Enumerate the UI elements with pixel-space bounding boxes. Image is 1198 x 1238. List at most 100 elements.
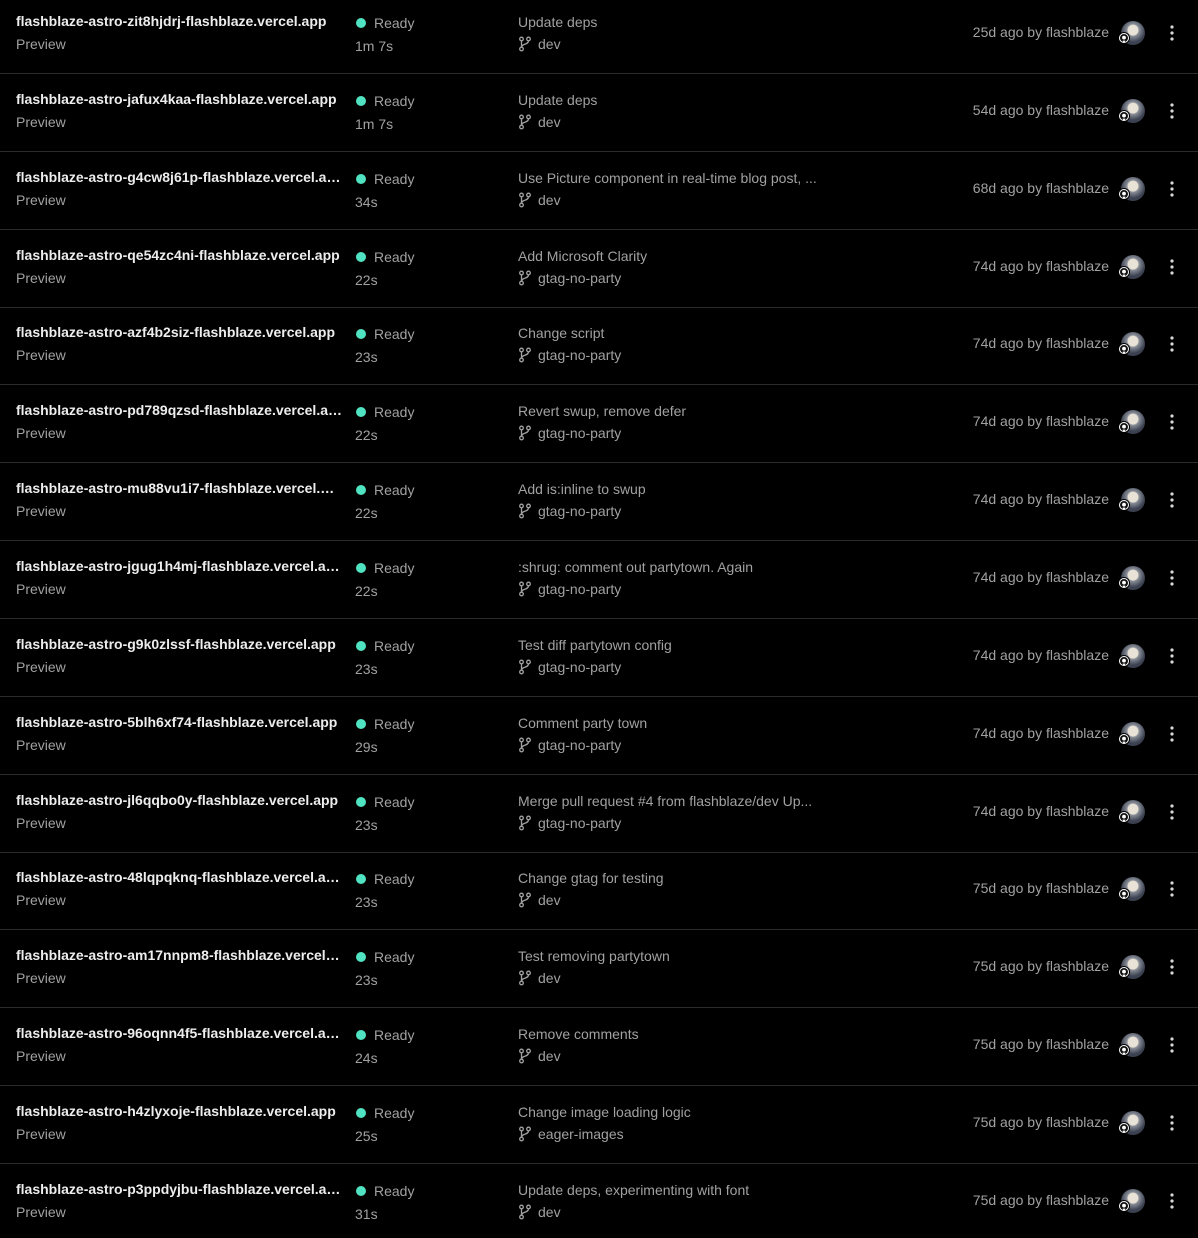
branch[interactable]: gtag-no-party xyxy=(518,736,621,754)
branch[interactable]: dev xyxy=(518,113,561,131)
user-avatar[interactable] xyxy=(1118,1111,1145,1135)
deployment-url[interactable]: flashblaze-astro-zit8hjdrj-flashblaze.ve… xyxy=(16,13,342,29)
commit-message[interactable]: Change script xyxy=(518,325,840,341)
deployment-url[interactable]: flashblaze-astro-p3ppdyjbu-flashblaze.ve… xyxy=(16,1181,342,1197)
deployment-row[interactable]: flashblaze-astro-p3ppdyjbu-flashblaze.ve… xyxy=(0,1165,1198,1238)
deployment-age-author: 74d ago by flashblaze xyxy=(972,335,1109,351)
deployment-environment: Preview xyxy=(16,114,66,130)
deployment-row[interactable]: flashblaze-astro-h4zlyxoje-flashblaze.ve… xyxy=(0,1087,1198,1164)
deployment-url[interactable]: flashblaze-astro-jl6qqbo0y-flashblaze.ve… xyxy=(16,792,342,808)
more-options-button[interactable] xyxy=(1160,330,1184,358)
user-avatar[interactable] xyxy=(1118,410,1145,434)
more-options-button[interactable] xyxy=(1160,1187,1184,1215)
build-duration: 22s xyxy=(355,427,378,443)
branch[interactable]: dev xyxy=(518,35,561,53)
branch[interactable]: dev xyxy=(518,1047,561,1065)
commit-message[interactable]: Change image loading logic xyxy=(518,1104,840,1120)
deployment-row[interactable]: flashblaze-astro-48lqpqknq-flashblaze.ve… xyxy=(0,853,1198,930)
branch[interactable]: eager-images xyxy=(518,1125,624,1143)
more-options-button[interactable] xyxy=(1160,486,1184,514)
commit-message[interactable]: Comment party town xyxy=(518,715,840,731)
deployment-url[interactable]: flashblaze-astro-g9k0zlssf-flashblaze.ve… xyxy=(16,636,342,652)
branch[interactable]: gtag-no-party xyxy=(518,580,621,598)
deployment-row[interactable]: flashblaze-astro-g9k0zlssf-flashblaze.ve… xyxy=(0,620,1198,697)
more-options-button[interactable] xyxy=(1160,875,1184,903)
deployment-row[interactable]: flashblaze-astro-5blh6xf74-flashblaze.ve… xyxy=(0,698,1198,775)
user-avatar[interactable] xyxy=(1118,21,1145,45)
deployment-url[interactable]: flashblaze-astro-96oqnn4f5-flashblaze.ve… xyxy=(16,1025,342,1041)
deployment-row[interactable]: flashblaze-astro-jgug1h4mj-flashblaze.ve… xyxy=(0,542,1198,619)
deployment-url[interactable]: flashblaze-astro-g4cw8j61p-flashblaze.ve… xyxy=(16,169,342,185)
more-options-button[interactable] xyxy=(1160,642,1184,670)
deployment-row[interactable]: flashblaze-astro-azf4b2siz-flashblaze.ve… xyxy=(0,308,1198,385)
user-avatar[interactable] xyxy=(1118,722,1145,746)
deployment-url[interactable]: flashblaze-astro-azf4b2siz-flashblaze.ve… xyxy=(16,324,342,340)
more-options-button[interactable] xyxy=(1160,564,1184,592)
more-options-button[interactable] xyxy=(1160,175,1184,203)
deployment-url[interactable]: flashblaze-astro-5blh6xf74-flashblaze.ve… xyxy=(16,714,342,730)
commit-message[interactable]: Update deps, experimenting with font xyxy=(518,1182,840,1198)
commit-message[interactable]: Update deps xyxy=(518,14,840,30)
deployment-url[interactable]: flashblaze-astro-48lqpqknq-flashblaze.ve… xyxy=(16,869,342,885)
branch[interactable]: dev xyxy=(518,969,561,987)
user-avatar[interactable] xyxy=(1118,1189,1145,1213)
branch[interactable]: dev xyxy=(518,191,561,209)
user-avatar[interactable] xyxy=(1118,177,1145,201)
commit-message[interactable]: Test diff partytown config xyxy=(518,637,840,653)
deployment-row[interactable]: flashblaze-astro-jl6qqbo0y-flashblaze.ve… xyxy=(0,776,1198,853)
deployment-row[interactable]: flashblaze-astro-pd789qzsd-flashblaze.ve… xyxy=(0,386,1198,463)
more-options-button[interactable] xyxy=(1160,19,1184,47)
deployment-url[interactable]: flashblaze-astro-pd789qzsd-flashblaze.ve… xyxy=(16,402,342,418)
deployment-row[interactable]: flashblaze-astro-am17nnpm8-flashblaze.ve… xyxy=(0,931,1198,1008)
deployment-url[interactable]: flashblaze-astro-h4zlyxoje-flashblaze.ve… xyxy=(16,1103,342,1119)
branch[interactable]: gtag-no-party xyxy=(518,424,621,442)
user-avatar[interactable] xyxy=(1118,566,1145,590)
deployment-url[interactable]: flashblaze-astro-jgug1h4mj-flashblaze.ve… xyxy=(16,558,342,574)
deployment-url[interactable]: flashblaze-astro-jafux4kaa-flashblaze.ve… xyxy=(16,91,342,107)
more-options-button[interactable] xyxy=(1160,1109,1184,1137)
branch[interactable]: gtag-no-party xyxy=(518,269,621,287)
more-options-button[interactable] xyxy=(1160,1031,1184,1059)
more-options-button[interactable] xyxy=(1160,953,1184,981)
branch[interactable]: dev xyxy=(518,891,561,909)
commit-message[interactable]: Test removing partytown xyxy=(518,948,840,964)
user-avatar[interactable] xyxy=(1118,488,1145,512)
more-options-button[interactable] xyxy=(1160,97,1184,125)
user-avatar[interactable] xyxy=(1118,955,1145,979)
branch[interactable]: gtag-no-party xyxy=(518,814,621,832)
deployment-url[interactable]: flashblaze-astro-qe54zc4ni-flashblaze.ve… xyxy=(16,247,342,263)
user-avatar[interactable] xyxy=(1118,255,1145,279)
more-options-button[interactable] xyxy=(1160,798,1184,826)
user-avatar[interactable] xyxy=(1118,877,1145,901)
branch[interactable]: gtag-no-party xyxy=(518,346,621,364)
commit-message[interactable]: Add is:inline to swup xyxy=(518,481,840,497)
branch[interactable]: gtag-no-party xyxy=(518,502,621,520)
more-options-button[interactable] xyxy=(1160,253,1184,281)
user-avatar[interactable] xyxy=(1118,99,1145,123)
commit-message[interactable]: Change gtag for testing xyxy=(518,870,840,886)
deployment-url[interactable]: flashblaze-astro-am17nnpm8-flashblaze.ve… xyxy=(16,947,342,963)
commit-message[interactable]: Revert swup, remove defer xyxy=(518,403,840,419)
deployment-row[interactable]: flashblaze-astro-g4cw8j61p-flashblaze.ve… xyxy=(0,153,1198,230)
user-avatar[interactable] xyxy=(1118,332,1145,356)
deployment-row[interactable]: flashblaze-astro-zit8hjdrj-flashblaze.ve… xyxy=(0,0,1198,74)
deployment-row[interactable]: flashblaze-astro-qe54zc4ni-flashblaze.ve… xyxy=(0,231,1198,308)
user-avatar[interactable] xyxy=(1118,1033,1145,1057)
commit-message[interactable]: :shrug: comment out partytown. Again xyxy=(518,559,840,575)
commit-message[interactable]: Add Microsoft Clarity xyxy=(518,248,840,264)
more-options-button[interactable] xyxy=(1160,408,1184,436)
commit-message[interactable]: Use Picture component in real-time blog … xyxy=(518,170,840,186)
user-avatar[interactable] xyxy=(1118,800,1145,824)
deployment-url[interactable]: flashblaze-astro-mu88vu1i7-flashblaze.ve… xyxy=(16,480,342,496)
branch[interactable]: dev xyxy=(518,1203,561,1221)
deployment-row[interactable]: flashblaze-astro-jafux4kaa-flashblaze.ve… xyxy=(0,75,1198,152)
commit-message[interactable]: Merge pull request #4 from flashblaze/de… xyxy=(518,793,840,809)
deployment-row[interactable]: flashblaze-astro-96oqnn4f5-flashblaze.ve… xyxy=(0,1009,1198,1086)
user-avatar[interactable] xyxy=(1118,644,1145,668)
github-icon xyxy=(1118,499,1130,511)
commit-message[interactable]: Remove comments xyxy=(518,1026,840,1042)
branch[interactable]: gtag-no-party xyxy=(518,658,621,676)
more-options-button[interactable] xyxy=(1160,720,1184,748)
commit-message[interactable]: Update deps xyxy=(518,92,840,108)
deployment-row[interactable]: flashblaze-astro-mu88vu1i7-flashblaze.ve… xyxy=(0,464,1198,541)
